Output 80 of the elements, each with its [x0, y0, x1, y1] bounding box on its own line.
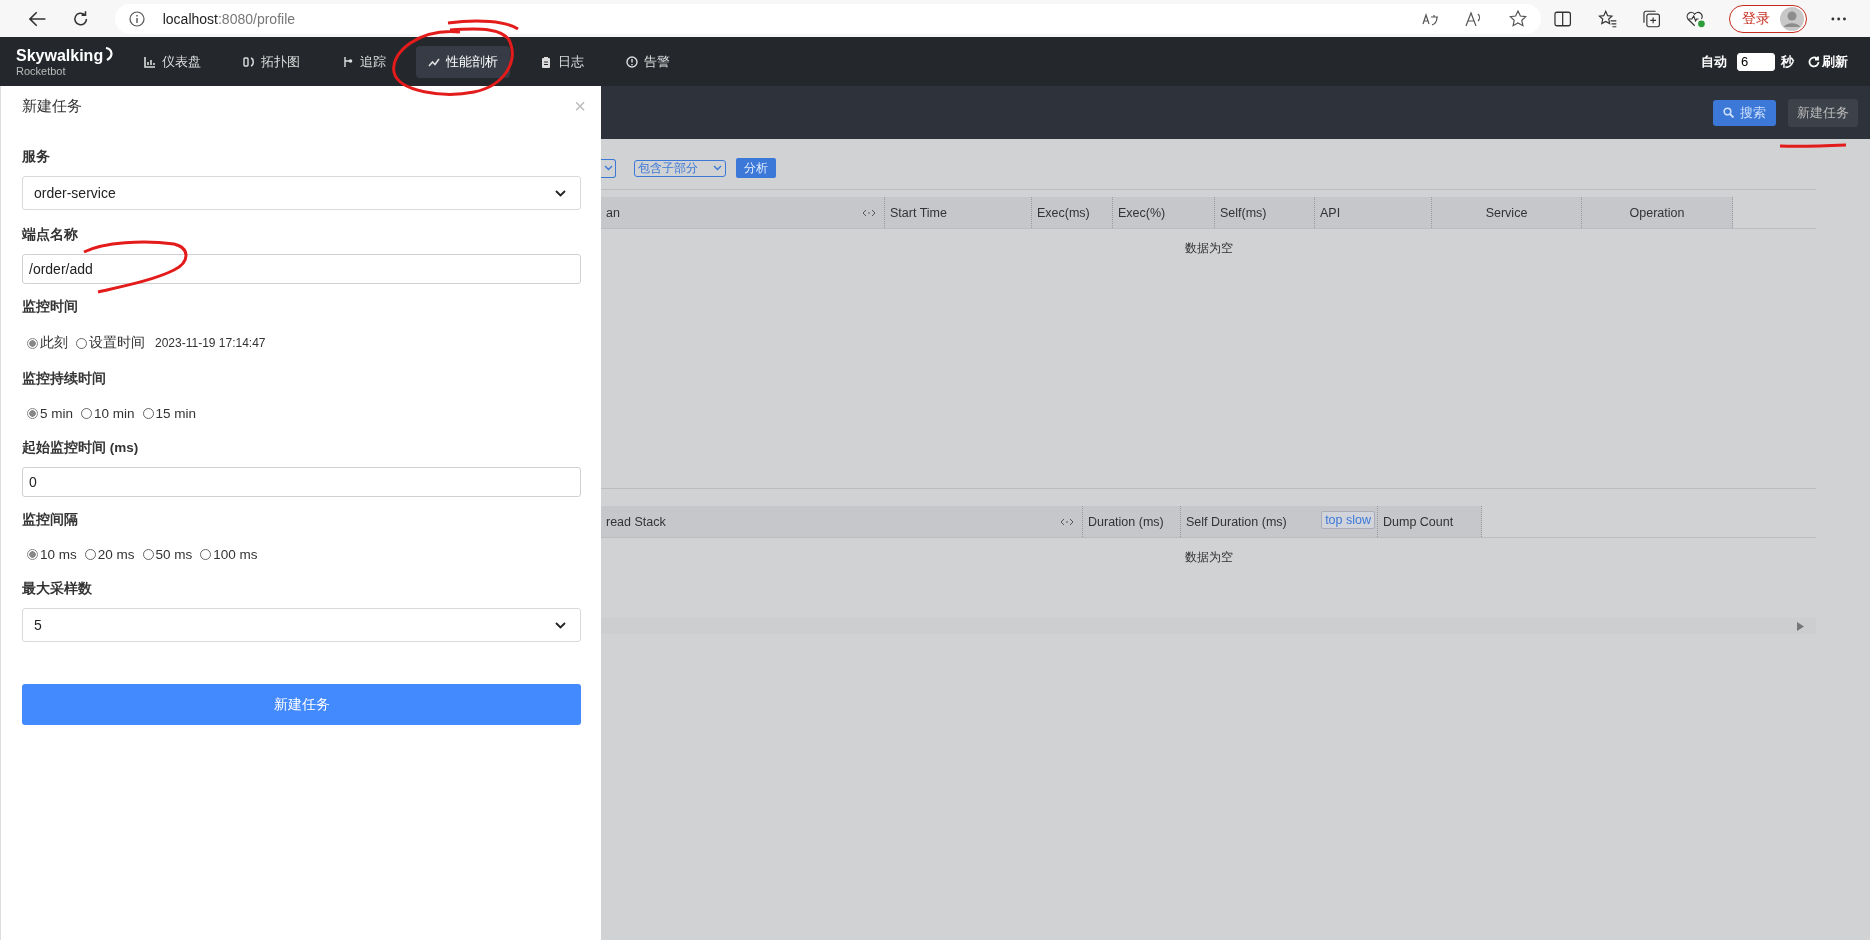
column-header: an	[606, 205, 620, 220]
refresh-button[interactable]: 刷新	[1802, 51, 1854, 72]
empty-message: 数据为空	[1183, 549, 1234, 566]
field-label: 监控持续时间	[22, 370, 107, 388]
health-icon[interactable]	[1686, 9, 1706, 28]
nav-tab[interactable]: 追踪	[330, 45, 398, 78]
input-field[interactable]: 0	[22, 467, 581, 497]
refresh-icon	[1808, 55, 1820, 68]
column-header: Dump Count	[1383, 514, 1454, 529]
chevron-icon	[713, 165, 722, 171]
nav-tab[interactable]: 日志	[528, 45, 596, 78]
time-text: 2023-11-19 17:14:47	[155, 336, 266, 350]
logo-text: Skywalking	[16, 46, 104, 65]
radio-option[interactable]: 100 ms	[200, 547, 258, 562]
nav-tab[interactable]: 仪表盘	[132, 45, 213, 78]
collections-icon[interactable]	[1643, 9, 1661, 28]
login-button[interactable]: 登录	[1728, 4, 1807, 33]
column-header: Self(ms)	[1220, 205, 1267, 220]
more-icon[interactable]	[1829, 15, 1847, 22]
bar-chart-icon	[144, 55, 156, 68]
address-bar[interactable]: localhost:8080/profile	[114, 3, 1542, 34]
column-header: read Stack	[606, 514, 666, 529]
radio-option[interactable]: 20 ms	[84, 547, 135, 562]
url-text: localhost:8080/profile	[162, 10, 296, 27]
chevron-icon	[603, 165, 613, 171]
split-screen-icon[interactable]	[1554, 10, 1572, 27]
column-header: API	[1320, 205, 1341, 220]
chevron-icon	[555, 189, 566, 197]
field-label: 端点名称	[22, 226, 79, 244]
auto-label: 自动	[1701, 52, 1727, 71]
unit-label: 秒	[1781, 52, 1794, 71]
radio-option[interactable]: 50 ms	[142, 547, 193, 562]
annotation-underline	[1779, 143, 1847, 148]
analyze-button[interactable]: 分析	[736, 158, 776, 178]
info-icon[interactable]	[128, 10, 145, 27]
drawer-title: 新建任务	[22, 96, 82, 116]
input-field[interactable]: /order/add	[22, 254, 581, 284]
nav-tab[interactable]: 告警	[614, 45, 682, 78]
scroll-right-icon[interactable]	[1797, 621, 1804, 631]
reload-icon[interactable]	[72, 9, 90, 28]
back-icon[interactable]	[29, 10, 47, 27]
radio-option[interactable]: 15 min	[142, 406, 197, 421]
empty-message: 数据为空	[1183, 240, 1234, 257]
new-task-button[interactable]: 新建任务	[1788, 98, 1858, 127]
field-label: 最大采样数	[22, 580, 93, 598]
horizontal-scrollbar[interactable]	[601, 618, 1816, 634]
logo-subtitle: Rocketbot	[16, 64, 67, 77]
search-icon	[1723, 107, 1734, 118]
select-field[interactable]: order-service	[22, 176, 581, 210]
clipboard-icon	[540, 55, 552, 68]
column-header: Self Duration (ms)	[1186, 514, 1287, 529]
field-label: 监控时间	[22, 298, 79, 316]
nav-tab[interactable]: 拓扑图	[231, 45, 312, 78]
column-header: Exec(%)	[1118, 205, 1166, 220]
branch-icon	[342, 55, 354, 68]
column-header: Operation	[1629, 205, 1685, 220]
interval-field[interactable]: 6	[1737, 52, 1775, 71]
resize-icon[interactable]	[862, 209, 876, 217]
topology-icon	[243, 55, 255, 68]
radio-option[interactable]: 5 min	[27, 406, 73, 421]
avatar-icon	[1779, 6, 1804, 31]
radio-option[interactable]: 此刻	[27, 334, 68, 352]
select-field[interactable]: 5	[22, 608, 581, 642]
favorites-icon[interactable]	[1597, 9, 1617, 28]
radio-option[interactable]: 10 min	[81, 406, 135, 421]
alert-icon	[626, 55, 638, 68]
field-label: 服务	[22, 148, 51, 166]
logo-arc-icon	[104, 46, 115, 61]
resize-icon[interactable]	[1060, 518, 1074, 526]
column-header: Start Time	[890, 205, 947, 220]
nav-tab[interactable]: 性能剖析	[416, 45, 510, 78]
radio-option[interactable]: 设置时间	[76, 334, 145, 352]
field-label: 监控间隔	[22, 511, 79, 529]
field-label: 起始监控时间 (ms)	[22, 439, 140, 457]
radio-option[interactable]: 10 ms	[27, 547, 77, 562]
column-header: Duration (ms)	[1088, 514, 1164, 529]
column-header: Service	[1485, 205, 1528, 220]
column-header: Exec(ms)	[1037, 205, 1090, 220]
star-icon[interactable]	[1509, 9, 1528, 28]
chevron-icon	[555, 621, 566, 629]
